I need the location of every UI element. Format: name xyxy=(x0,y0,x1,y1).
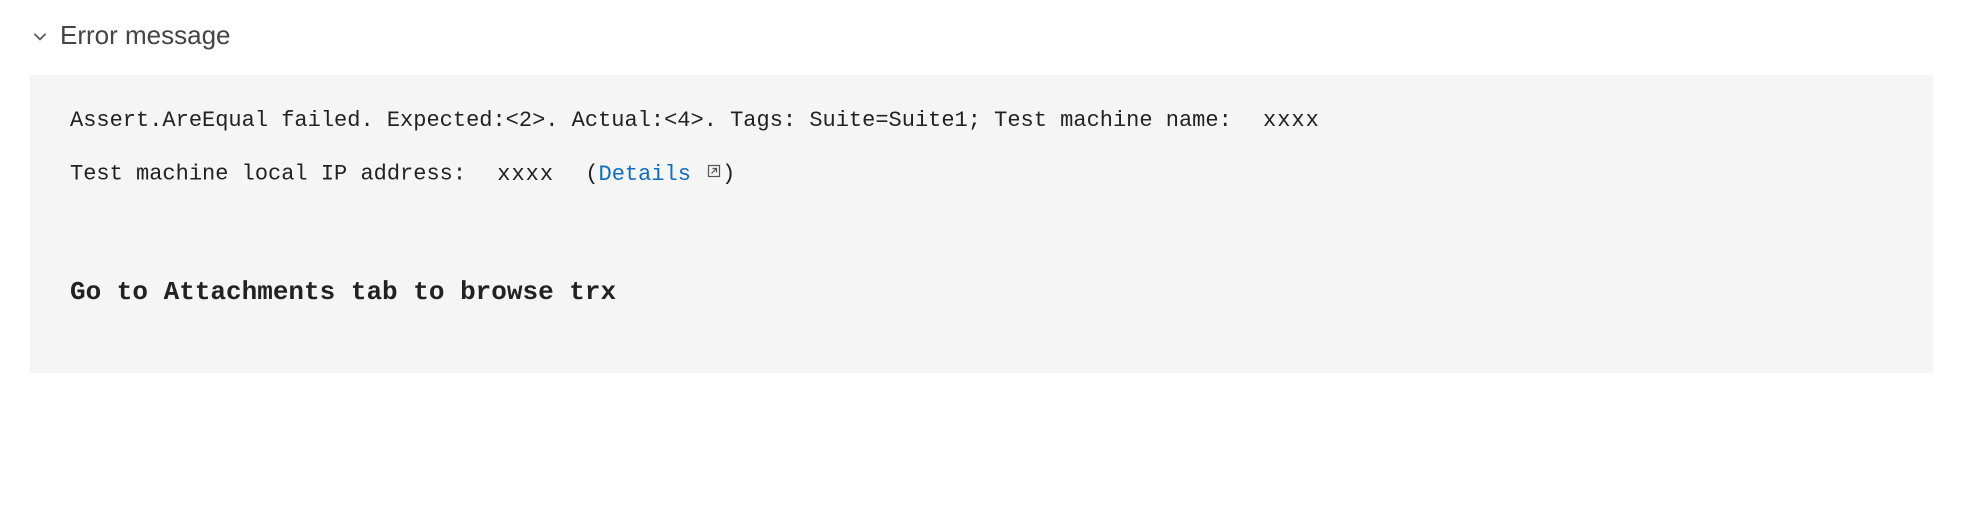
details-link[interactable]: Details xyxy=(599,162,723,187)
machine-name-masked: xxxx xyxy=(1245,108,1338,133)
error-text-1: Assert.AreEqual failed. Expected:<2>. Ac… xyxy=(70,108,1245,133)
error-line-2: Test machine local IP address: xxxx (Det… xyxy=(70,156,1893,192)
attachments-cta: Go to Attachments tab to browse trx xyxy=(70,272,1893,314)
error-message-box: Assert.AreEqual failed. Expected:<2>. Ac… xyxy=(30,75,1933,373)
error-text-2: Test machine local IP address: xyxy=(70,162,479,187)
paren-open: ( xyxy=(572,162,598,187)
error-message-header[interactable]: Error message xyxy=(30,20,1933,51)
external-link-icon xyxy=(706,156,722,191)
ip-masked: xxxx xyxy=(479,162,572,187)
error-line-1: Assert.AreEqual failed. Expected:<2>. Ac… xyxy=(70,103,1893,138)
chevron-down-icon xyxy=(30,26,50,46)
section-title: Error message xyxy=(60,20,231,51)
details-link-label: Details xyxy=(599,162,691,187)
paren-close: ) xyxy=(722,162,735,187)
